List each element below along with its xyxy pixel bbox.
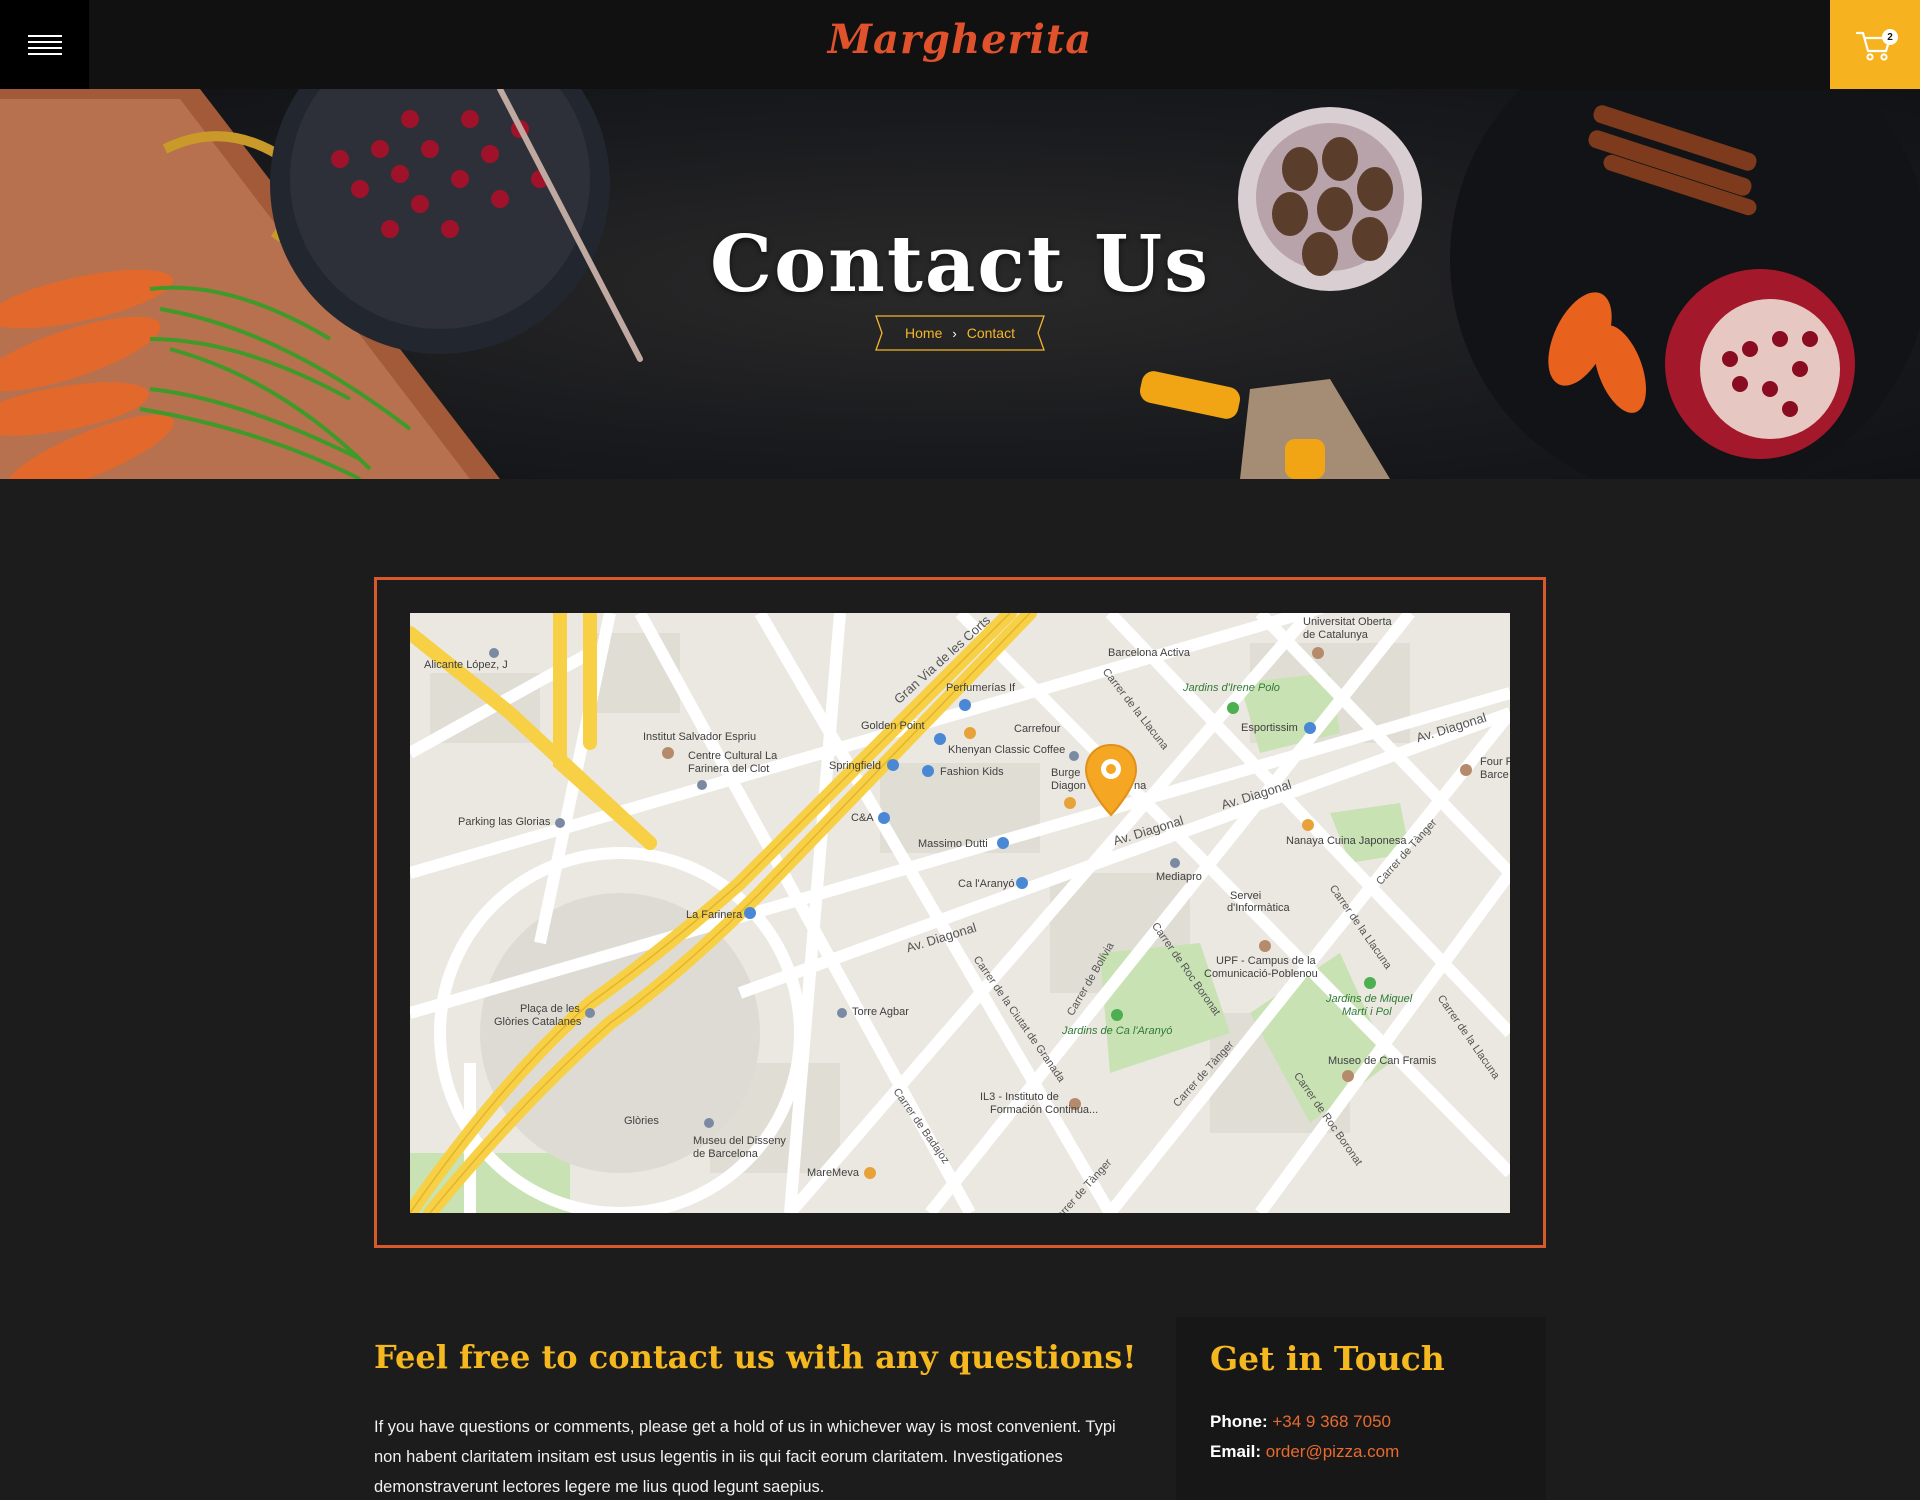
email-label: Email: [1210,1442,1262,1461]
map-place-label: d'Informàtica [1227,902,1290,914]
breadcrumb-frame [875,315,1045,351]
map-park-label: Martí i Pol [1342,1006,1392,1018]
map-place-label: UPF - Campus de la [1216,955,1316,967]
chevron-right-icon: › [952,325,957,341]
map-place-label: Museu del Disseny [693,1135,786,1147]
map-place-label: Barce [1480,769,1509,781]
page-title: Contact Us [710,219,1210,310]
map-place-label: Plaça de les [520,1003,580,1015]
map-place-label: Glòries Catalanes [494,1016,582,1028]
map-place-label: Alicante López, J [424,659,508,671]
map-place-label: C&A [851,812,874,824]
map-place-label: Barcelona Activa [1108,647,1190,659]
map-place-label: IL3 - Instituto de [980,1091,1059,1103]
map-place-label: Springfield [829,760,881,772]
email-link[interactable]: order@pizza.com [1266,1442,1399,1461]
phone-line: Phone: +34 9 368 7050 [1210,1412,1391,1432]
cart-count-badge: 2 [1882,29,1898,45]
top-navbar: Margherita 2 [0,0,1920,89]
map-place-label: Fashion Kids [940,766,1004,778]
map-place-label: Ca l'Aranyó [958,878,1015,890]
map-place-label: Massimo Dutti [918,838,988,850]
map-place-label: Museo de Can Framis [1328,1055,1437,1067]
map-place-label: Glòries [624,1115,659,1127]
breadcrumb-current: Contact [966,325,1015,341]
map-view[interactable]: Alicante López, J Institut Salvador Espr… [410,613,1510,1213]
map-park-label: Jardins de Miquel [1326,993,1413,1005]
hero-banner: Contact Us Home › Contact [0,89,1920,479]
map-place-label: Khenyan Classic Coffee [948,744,1066,756]
map-park-label: Jardins d'Irene Polo [1183,682,1280,694]
email-line: Email: order@pizza.com [1210,1442,1399,1462]
contact-description: If you have questions or comments, pleas… [374,1418,1116,1496]
site-logo[interactable]: Margherita [0,16,1920,63]
breadcrumb: Home › Contact [874,315,1046,351]
map-place-label: Golden Point [861,720,925,732]
map-place-label: de Barcelona [693,1148,758,1160]
breadcrumb-home-link[interactable]: Home [905,325,942,341]
map-place-label: Institut Salvador Espriu [643,731,757,743]
map-place-label: Torre Agbar [852,1006,909,1018]
map-location-pin-icon[interactable] [1084,743,1138,817]
map-place-label: Burge [1051,767,1081,779]
map-place-label: Nanaya Cuina Japonesa [1286,835,1407,847]
map-place-label: Comunicació-Poblenou [1204,968,1318,980]
map-place-label: MareMeva [807,1167,859,1179]
map-place-label: Parking las Glorias [458,816,551,828]
map-place-label: Four P [1480,756,1510,768]
map-place-label: Esportissim [1241,722,1298,734]
map-place-label: Diagon [1051,780,1086,792]
get-in-touch-box: Get in Touch Phone: +34 9 368 7050 Email… [1176,1317,1546,1500]
map-place-label: Mediapro [1156,871,1202,883]
map-place-label: La Farinera [686,909,743,921]
map-place-label: de Catalunya [1303,629,1368,641]
cart-button[interactable]: 2 [1830,0,1920,89]
map-place-label: Formación Continua... [990,1104,1099,1116]
phone-link[interactable]: +34 9 368 7050 [1272,1412,1391,1431]
map-place-label: Universitat Oberta [1303,616,1392,628]
map-place-label: Carrefour [1014,723,1061,735]
phone-label: Phone: [1210,1412,1268,1431]
contact-heading: Feel free to contact us with any questio… [374,1338,1137,1376]
get-in-touch-title: Get in Touch [1210,1339,1445,1378]
map-place-label: Farinera del Clot [688,763,770,775]
map-park-label: Jardins de Ca l'Aranyó [1062,1025,1173,1037]
map-place-label: Perfumerías If [946,682,1016,694]
map-place-label: Centre Cultural La [688,750,778,762]
